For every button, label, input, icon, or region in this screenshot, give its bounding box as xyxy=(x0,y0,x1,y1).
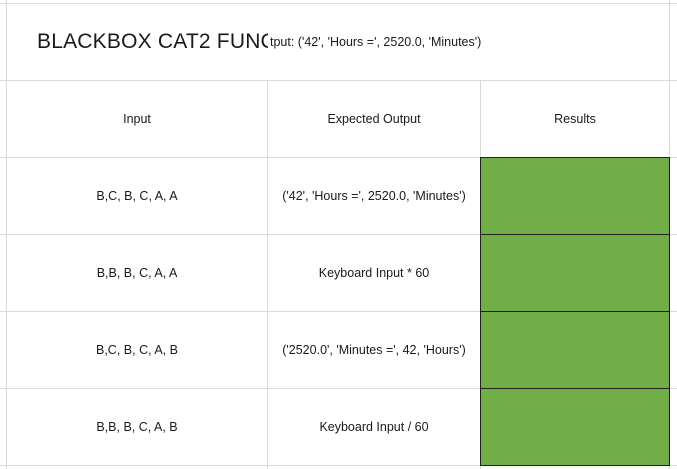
table-row-3-expected-cell[interactable]: ('2520.0', 'Minutes =', 42, 'Hours') xyxy=(268,312,480,388)
title-output-text: tput: ('42', 'Hours =', 2520.0, 'Minutes… xyxy=(270,35,482,49)
expected-output-value: Keyboard Input * 60 xyxy=(318,266,430,280)
table-row-2-input-cell[interactable]: B,B, B, C, A, A xyxy=(7,235,267,311)
header-expected-cell[interactable]: Expected Output xyxy=(268,81,480,157)
table-row-1-result-cell[interactable] xyxy=(480,157,670,235)
sheet-title-cell[interactable]: BLACKBOX CAT2 FUNC xyxy=(7,4,268,80)
table-row-1-expected-cell[interactable]: ('42', 'Hours =', 2520.0, 'Minutes') xyxy=(268,158,480,234)
input-value: B,C, B, C, A, A xyxy=(96,189,178,203)
title-output-cell[interactable]: tput: ('42', 'Hours =', 2520.0, 'Minutes… xyxy=(268,4,669,80)
expected-output-value: Keyboard Input / 60 xyxy=(319,420,429,434)
header-results: Results xyxy=(554,112,596,126)
table-row-2-expected-cell[interactable]: Keyboard Input * 60 xyxy=(268,235,480,311)
header-input: Input xyxy=(123,112,151,126)
table-row-4-expected-cell[interactable]: Keyboard Input / 60 xyxy=(268,389,480,465)
header-input-cell[interactable]: Input xyxy=(7,81,267,157)
header-results-cell[interactable]: Results xyxy=(481,81,669,157)
table-row-4-input-cell[interactable]: B,B, B, C, A, B xyxy=(7,389,267,465)
spreadsheet-sheet: BLACKBOX CAT2 FUNC tput: ('42', 'Hours =… xyxy=(0,0,677,469)
table-row-1-input-cell[interactable]: B,C, B, C, A, A xyxy=(7,158,267,234)
table-row-2-result-cell[interactable] xyxy=(480,234,670,312)
sheet-title: BLACKBOX CAT2 FUNC xyxy=(37,30,268,53)
input-value: B,B, B, C, A, B xyxy=(96,420,178,434)
expected-output-value: ('42', 'Hours =', 2520.0, 'Minutes') xyxy=(282,189,466,203)
table-row-4-result-cell[interactable] xyxy=(480,388,670,466)
table-row-3-result-cell[interactable] xyxy=(480,311,670,389)
expected-output-value: ('2520.0', 'Minutes =', 42, 'Hours') xyxy=(282,343,466,357)
header-expected-output: Expected Output xyxy=(327,112,421,126)
input-value: B,C, B, C, A, B xyxy=(96,343,178,357)
input-value: B,B, B, C, A, A xyxy=(96,266,178,280)
table-row-3-input-cell[interactable]: B,C, B, C, A, B xyxy=(7,312,267,388)
